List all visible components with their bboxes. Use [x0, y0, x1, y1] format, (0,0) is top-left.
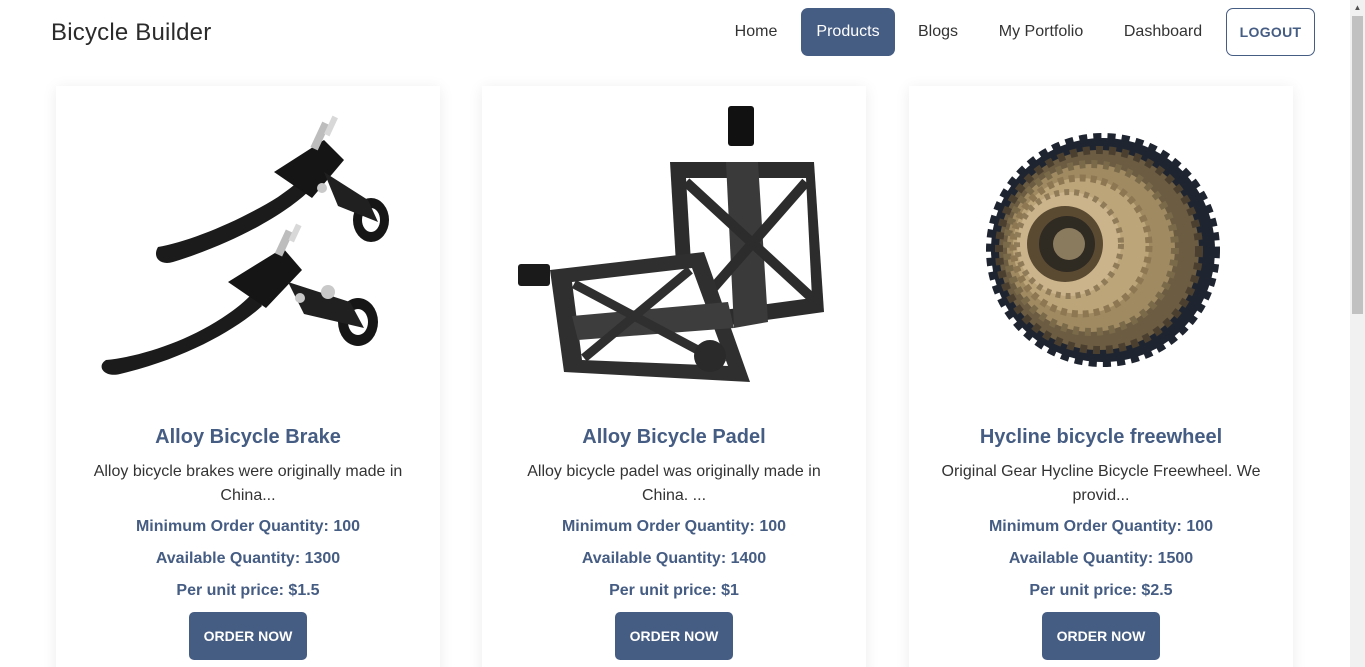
freewheel-gears — [986, 133, 1220, 367]
min-order-quantity: Minimum Order Quantity: 100 — [988, 518, 1214, 535]
product-description: Alloy bicycle padel was originally made … — [527, 463, 821, 504]
brand-logo[interactable]: Bicycle Builder — [51, 19, 211, 47]
min-order-quantity: Minimum Order Quantity: 100 — [561, 518, 787, 535]
nav-blogs[interactable]: Blogs — [906, 8, 970, 56]
scrollbar-thumb[interactable] — [1352, 16, 1363, 314]
order-now-button[interactable]: ORDER NOW — [189, 612, 307, 660]
order-now-button[interactable]: ORDER NOW — [1042, 612, 1160, 660]
unit-price: Per unit price: $1.5 — [176, 582, 320, 599]
bicycle-brake-levers-image — [88, 102, 408, 402]
product-title[interactable]: Hycline bicycle freewheel — [909, 426, 1293, 449]
nav-dashboard[interactable]: Dashboard — [1112, 8, 1214, 56]
vertical-scrollbar[interactable]: ▲ — [1350, 0, 1365, 667]
product-card: Hycline bicycle freewheel Original Gear … — [909, 86, 1293, 667]
product-title[interactable]: Alloy Bicycle Brake — [56, 426, 440, 449]
unit-price: Per unit price: $2.5 — [1029, 582, 1173, 599]
available-quantity: Available Quantity: 1300 — [155, 550, 341, 567]
bicycle-pedals-image — [514, 102, 834, 402]
product-card: Alloy Bicycle Brake Alloy bicycle brakes… — [56, 86, 440, 667]
nav-my-portfolio[interactable]: My Portfolio — [985, 8, 1097, 56]
product-description: Original Gear Hycline Bicycle Freewheel.… — [941, 463, 1261, 504]
unit-price: Per unit price: $1 — [609, 582, 739, 599]
product-card: Alloy Bicycle Padel Alloy bicycle padel … — [482, 86, 866, 667]
nav-home[interactable]: Home — [720, 8, 792, 56]
available-quantity: Available Quantity: 1400 — [581, 550, 767, 567]
brake-lever-upper — [155, 115, 389, 263]
scroll-up-arrow-icon[interactable]: ▲ — [1350, 0, 1365, 15]
product-description: Alloy bicycle brakes were originally mad… — [93, 463, 403, 504]
min-order-quantity: Minimum Order Quantity: 100 — [135, 518, 361, 535]
navbar: Bicycle Builder Home Products Blogs My P… — [0, 0, 1350, 68]
logout-button[interactable]: LOGOUT — [1226, 8, 1315, 56]
brake-lever-lower — [101, 223, 378, 375]
product-title[interactable]: Alloy Bicycle Padel — [482, 426, 866, 449]
bicycle-freewheel-image — [941, 102, 1261, 402]
available-quantity: Available Quantity: 1500 — [1008, 550, 1194, 567]
nav-products[interactable]: Products — [801, 8, 895, 56]
order-now-button[interactable]: ORDER NOW — [615, 612, 733, 660]
